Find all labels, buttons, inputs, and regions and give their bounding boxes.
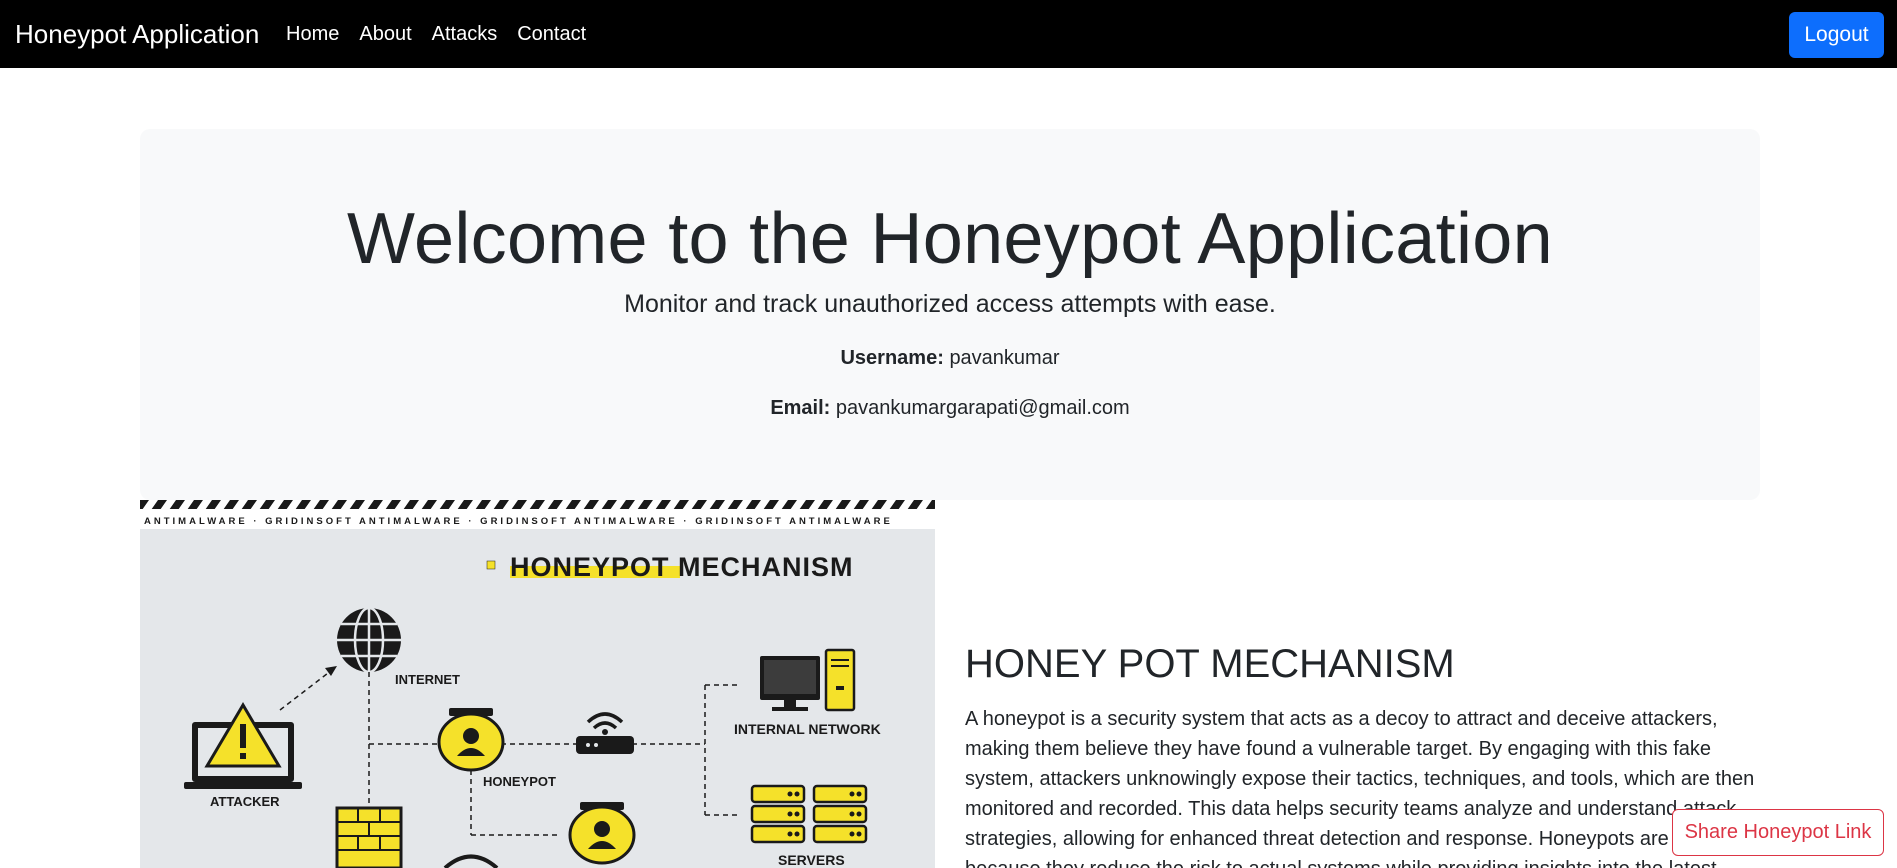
nav-links: Home About Attacks Contact (286, 20, 586, 48)
servers-label: SERVERS (778, 852, 845, 868)
nav-link-home[interactable]: Home (286, 20, 339, 48)
internet-label: INTERNET (395, 672, 460, 687)
username-label: Username: (840, 347, 944, 369)
firewall-icon (335, 806, 403, 868)
brand-link[interactable]: Honeypot Application (15, 17, 259, 51)
email-value: pavankumargarapati@gmail.com (835, 397, 1130, 419)
share-honeypot-link-button[interactable]: Share Honeypot Link (1672, 809, 1884, 856)
mechanism-diagram: ANTIMALWARE · GRIDINSOFT ANTIMALWARE · G… (140, 500, 935, 868)
email-line: Email: pavankumargarapati@gmail.com (140, 394, 1760, 422)
username-line: Username: pavankumar (140, 344, 1760, 372)
title-square-icon (486, 560, 496, 570)
mechanism-description: A honeypot is a security system that act… (965, 708, 1755, 868)
globe-icon (337, 606, 401, 674)
page-title: Welcome to the Honeypot Application (347, 199, 1553, 279)
mechanism-section: HONEY POT MECHANISM A honeypot is a secu… (965, 638, 1755, 868)
nav-link-about[interactable]: About (359, 20, 411, 48)
hazard-stripe (140, 500, 935, 509)
honeypot-label: HONEYPOT (483, 774, 556, 789)
attacker-label: ATTACKER (210, 794, 280, 809)
diagram-title: HONEYPOT MECHANISM (510, 552, 854, 582)
nav-link-contact[interactable]: Contact (517, 20, 586, 48)
nav-link-attacks[interactable]: Attacks (432, 20, 498, 48)
logout-button[interactable]: Logout (1789, 12, 1884, 58)
internal-network-label: INTERNAL NETWORK (734, 721, 881, 737)
email-label: Email: (770, 397, 831, 419)
banner-text: ANTIMALWARE · GRIDINSOFT ANTIMALWARE · G… (144, 516, 893, 527)
mechanism-title: HONEY POT MECHANISM (965, 642, 1455, 686)
welcome-jumbotron: Welcome to the Honeypot Application Moni… (140, 129, 1760, 500)
top-navbar: Honeypot Application Home About Attacks … (0, 0, 1897, 68)
username-value: pavankumar (949, 347, 1060, 369)
page-subtitle: Monitor and track unauthorized access at… (624, 290, 1276, 318)
honeypot-mechanism-image: ANTIMALWARE · GRIDINSOFT ANTIMALWARE · G… (140, 500, 935, 868)
